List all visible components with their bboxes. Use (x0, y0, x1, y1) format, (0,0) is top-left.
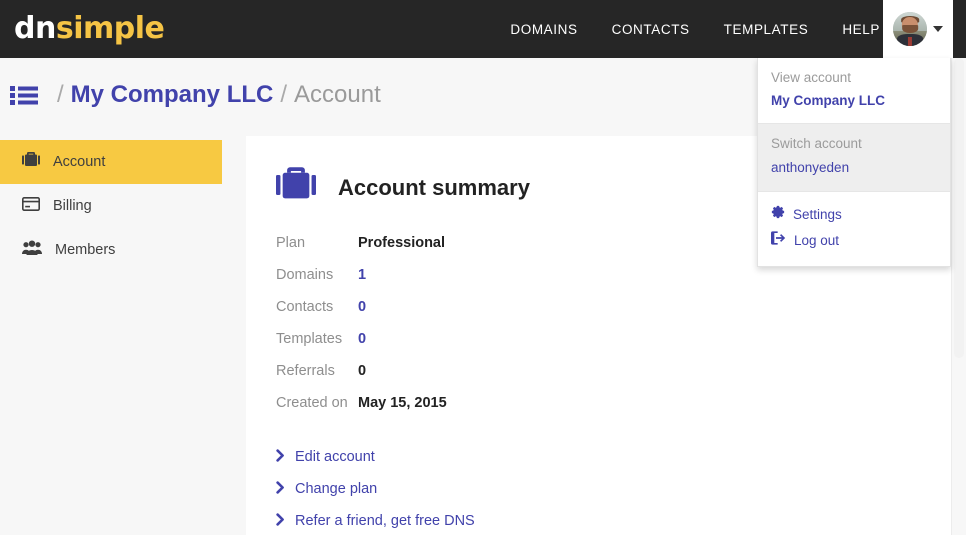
refer-a-friend-label: Refer a friend, get free DNS (295, 513, 475, 529)
change-plan-link[interactable]: Change plan (276, 473, 951, 505)
current-account-link[interactable]: My Company LLC (771, 91, 937, 111)
switch-account-item-anthonyeden[interactable]: anthonyeden (771, 157, 937, 179)
nav-item-templates[interactable]: TEMPLATES (724, 22, 809, 37)
switch-account-label: Switch account (771, 136, 862, 151)
view-account-section: View account My Company LLC (758, 58, 950, 123)
table-row: Referrals 0 (276, 363, 951, 395)
top-navigation-bar: dnsimple DOMAINS CONTACTS TEMPLATES HELP (0, 0, 966, 58)
table-row: Contacts 0 (276, 299, 951, 331)
sidebar-item-billing-label: Billing (53, 198, 92, 214)
table-row: Domains 1 (276, 267, 951, 299)
dnsimple-logo[interactable]: dnsimple (14, 11, 165, 46)
summary-value-referrals: 0 (358, 363, 367, 379)
briefcase-icon (276, 166, 316, 209)
summary-label-plan: Plan (276, 235, 306, 251)
chevron-down-icon (933, 26, 943, 32)
vertical-scrollbar[interactable] (951, 58, 966, 535)
logo-text-secondary: simple (55, 11, 165, 46)
chevron-right-icon (276, 448, 285, 466)
edit-account-label: Edit account (295, 449, 375, 465)
breadcrumb-separator-2: / (280, 81, 288, 108)
summary-label-referrals: Referrals (276, 363, 335, 379)
avatar (893, 12, 927, 46)
scrollbar-thumb[interactable] (954, 58, 964, 358)
account-menu-links: Settings Log out (758, 192, 950, 266)
sidebar-item-account[interactable]: Account (0, 140, 222, 184)
summary-value-templates[interactable]: 0 (358, 331, 366, 347)
page-title: Account summary (338, 174, 530, 200)
summary-label-templates: Templates (276, 331, 343, 347)
credit-card-icon (22, 196, 40, 216)
breadcrumb-account-link[interactable]: My Company LLC (71, 81, 274, 109)
summary-value-contacts[interactable]: 0 (358, 299, 366, 315)
sidebar-item-account-label: Account (53, 154, 106, 170)
gear-icon (771, 203, 785, 227)
sidebar: Account Billing Members (0, 140, 222, 272)
breadcrumb-separator-1: / (57, 81, 64, 108)
users-icon (22, 240, 42, 260)
sign-out-icon (771, 229, 786, 253)
app-root: dnsimple DOMAINS CONTACTS TEMPLATES HELP… (0, 0, 966, 535)
change-plan-label: Change plan (295, 481, 378, 497)
account-dropdown-menu: View account My Company LLC Switch accou… (757, 58, 951, 267)
breadcrumb-current-page: Account (294, 81, 381, 108)
logout-menu-item[interactable]: Log out (771, 228, 937, 254)
settings-menu-label: Settings (793, 207, 842, 222)
sidebar-item-members-label: Members (55, 242, 116, 258)
summary-label-contacts: Contacts (276, 299, 334, 315)
nav-item-domains[interactable]: DOMAINS (510, 22, 577, 37)
summary-value-domains[interactable]: 1 (358, 267, 366, 283)
edit-account-link[interactable]: Edit account (276, 441, 951, 473)
view-account-label: View account (771, 70, 852, 85)
summary-value-created-on: May 15, 2015 (358, 395, 447, 411)
account-actions: Edit account Change plan Refer a friend,… (276, 441, 951, 535)
list-icon[interactable] (10, 84, 38, 106)
summary-value-plan: Professional (358, 235, 446, 251)
briefcase-icon (22, 152, 40, 172)
sidebar-item-members[interactable]: Members (0, 228, 222, 272)
logo-text-primary: dn (14, 11, 56, 46)
nav-item-contacts[interactable]: CONTACTS (612, 22, 690, 37)
chevron-right-icon (276, 480, 285, 498)
sidebar-item-billing[interactable]: Billing (0, 184, 222, 228)
refer-a-friend-link[interactable]: Refer a friend, get free DNS (276, 505, 951, 535)
chevron-right-icon (276, 512, 285, 530)
table-row: Created on May 15, 2015 (276, 395, 951, 427)
table-row: Templates 0 (276, 331, 951, 363)
settings-menu-item[interactable]: Settings (771, 202, 937, 228)
switch-account-section: Switch account anthonyeden (758, 123, 950, 192)
logout-menu-label: Log out (794, 233, 840, 248)
account-menu-toggle[interactable] (883, 0, 953, 58)
summary-label-created-on: Created on (276, 395, 348, 411)
summary-label-domains: Domains (276, 267, 334, 283)
nav-item-help[interactable]: HELP (842, 22, 880, 37)
main-nav: DOMAINS CONTACTS TEMPLATES HELP (510, 0, 880, 58)
